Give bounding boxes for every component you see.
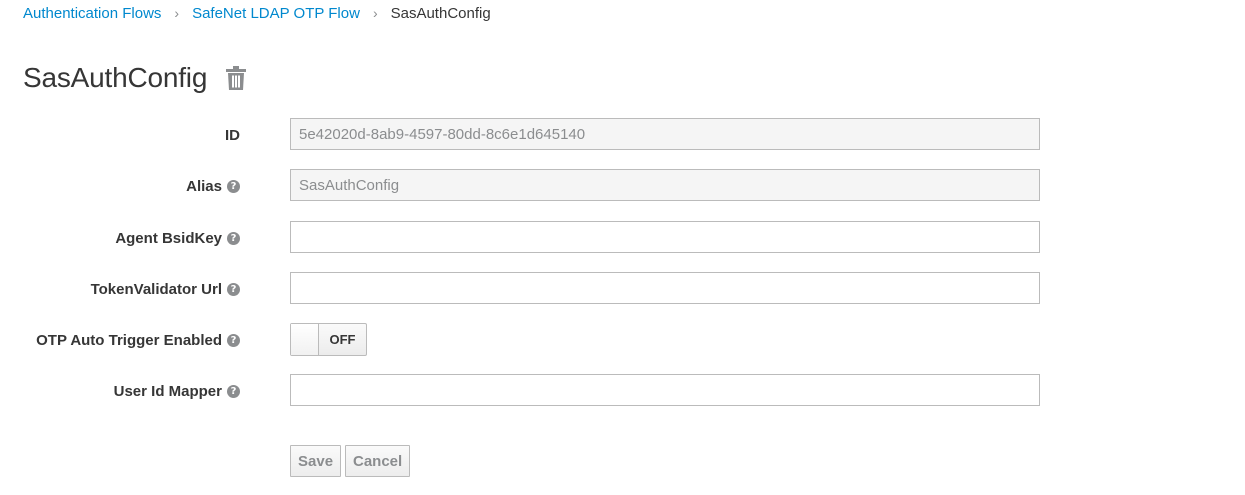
trash-icon[interactable] (225, 66, 247, 90)
user-id-mapper-field[interactable] (290, 374, 1040, 406)
breadcrumb-current: SasAuthConfig (390, 4, 491, 22)
cancel-button[interactable]: Cancel (345, 445, 411, 477)
otp-auto-trigger-label-text: OTP Auto Trigger Enabled (36, 331, 222, 349)
page-title: SasAuthConfig (23, 62, 208, 93)
tokenvalidator-url-field[interactable] (290, 272, 1040, 304)
help-icon[interactable]: ? (227, 333, 240, 347)
id-label: ID (225, 118, 240, 152)
help-icon[interactable]: ? (227, 179, 240, 193)
breadcrumb-link-authentication-flows[interactable]: Authentication Flows (23, 5, 161, 22)
agent-bsidkey-field[interactable] (290, 221, 1040, 253)
help-icon[interactable]: ? (227, 231, 240, 245)
alias-label: Alias ? (186, 169, 240, 203)
form-row-alias: Alias ? (0, 169, 1245, 203)
id-field[interactable] (290, 118, 1040, 150)
alias-field[interactable] (290, 169, 1040, 201)
breadcrumb-link-safenet-ldap-otp-flow[interactable]: SafeNet LDAP OTP Flow (192, 5, 360, 22)
breadcrumb-separator: › (174, 5, 180, 21)
breadcrumb-separator: › (372, 5, 378, 21)
otp-auto-trigger-label: OTP Auto Trigger Enabled ? (36, 323, 240, 357)
page-header: SasAuthConfig (23, 58, 247, 98)
help-icon[interactable]: ? (227, 282, 240, 296)
agent-bsidkey-label-text: Agent BsidKey (115, 229, 222, 247)
id-label-text: ID (225, 126, 240, 144)
otp-auto-trigger-toggle[interactable]: OFF (290, 323, 367, 356)
page: Authentication Flows › SafeNet LDAP OTP … (0, 0, 1245, 495)
tokenvalidator-url-label-text: TokenValidator Url (90, 280, 222, 298)
toggle-state-label: OFF (329, 332, 356, 347)
breadcrumb: Authentication Flows › SafeNet LDAP OTP … (23, 3, 491, 23)
form-row-tokenvalidator-url: TokenValidator Url ? (0, 272, 1245, 306)
alias-label-text: Alias (186, 177, 222, 195)
tokenvalidator-url-label: TokenValidator Url ? (91, 272, 240, 306)
user-id-mapper-label: User Id Mapper ? (114, 374, 240, 408)
form-row-id: ID (0, 118, 1245, 152)
agent-bsidkey-label: Agent BsidKey ? (115, 221, 240, 255)
form-row-agent-bsidkey: Agent BsidKey ? (0, 221, 1245, 255)
form-row-otp-auto-trigger: OTP Auto Trigger Enabled ? OFF (0, 323, 1245, 357)
save-button[interactable]: Save (290, 445, 342, 477)
user-id-mapper-label-text: User Id Mapper (113, 382, 222, 400)
toggle-handle[interactable] (291, 324, 319, 355)
help-icon[interactable]: ? (227, 384, 240, 398)
form-row-user-id-mapper: User Id Mapper ? (0, 374, 1245, 408)
